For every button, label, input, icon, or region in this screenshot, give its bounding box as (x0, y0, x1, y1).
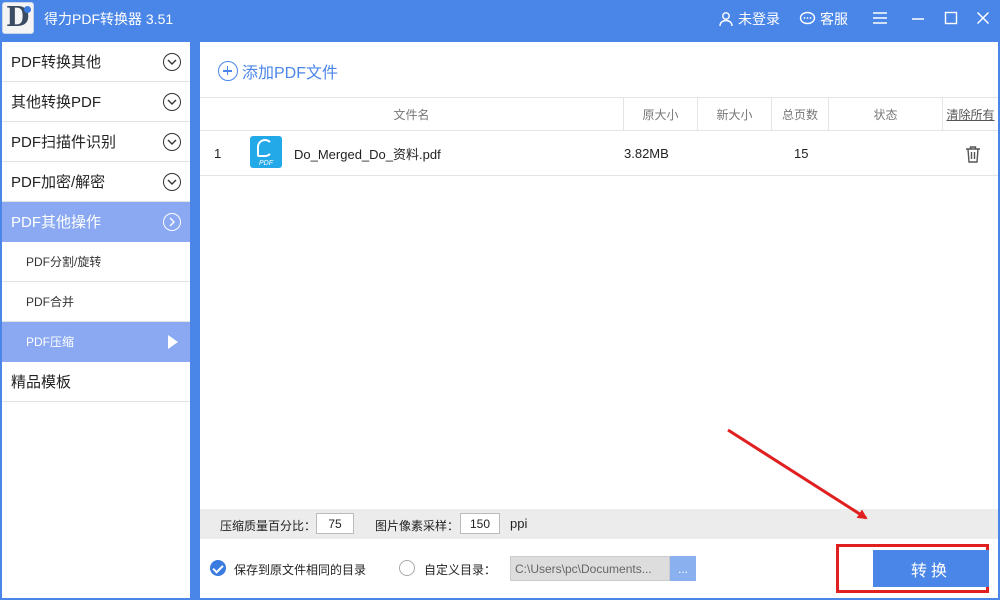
custom-dir-radio[interactable] (399, 560, 415, 576)
column-total-pages: 总页数 (772, 98, 829, 130)
column-status: 状态 (829, 98, 943, 130)
sidebar-item-templates[interactable]: 精品模板 (2, 362, 190, 402)
sidebar-item-label: PDF转换其他 (11, 54, 102, 71)
column-filename: 文件名 (200, 98, 624, 130)
compression-settings: 压缩质量百分比： 75 图片像素采样： 150 ppi (200, 509, 998, 539)
main-panel: 添加PDF文件 文件名 原大小 新大小 总页数 状态 清除所有 1 PDF Do… (200, 42, 998, 598)
login-label: 未登录 (738, 11, 780, 27)
sidebar-item-label: PDF扫描件识别 (11, 134, 117, 151)
sidebar-item-pdf-to-other[interactable]: PDF转换其他 (2, 42, 190, 82)
sampling-input[interactable]: 150 (460, 513, 500, 534)
chevron-down-icon (163, 93, 181, 111)
table-row[interactable]: 1 PDF Do_Merged_Do_资料.pdf 3.82MB 15 (200, 131, 998, 176)
browse-button[interactable]: ... (670, 556, 696, 581)
sidebar-subitem-split-rotate[interactable]: PDF分割/旋转 (2, 242, 190, 282)
app-logo: D (2, 2, 34, 34)
triangle-right-icon (168, 335, 178, 349)
pdf-file-icon: PDF (250, 136, 282, 168)
sidebar-item-label: PDF其他操作 (11, 214, 102, 231)
sidebar-subitem-merge[interactable]: PDF合并 (2, 282, 190, 322)
column-original-size: 原大小 (624, 98, 698, 130)
sidebar-subitem-label: PDF压缩 (26, 335, 75, 349)
sidebar-subitem-label: PDF合并 (26, 295, 75, 309)
file-original-size: 3.82MB (624, 145, 669, 161)
menu-icon[interactable] (870, 8, 890, 28)
user-icon (719, 12, 733, 27)
add-pdf-label: 添加PDF文件 (242, 65, 339, 82)
file-total-pages: 15 (794, 145, 809, 161)
minimize-icon[interactable] (908, 8, 928, 28)
chevron-right-icon (163, 213, 181, 231)
sampling-label: 图片像素采样： (375, 519, 460, 533)
sidebar-item-label: 精品模板 (11, 374, 72, 391)
plus-circle-icon (218, 61, 238, 81)
sidebar-item-scan-ocr[interactable]: PDF扫描件识别 (2, 122, 190, 162)
sidebar-subitem-compress[interactable]: PDF压缩 (2, 322, 190, 362)
app-title: 得力PDF转换器 3.51 (44, 11, 174, 27)
sidebar-item-other-operations[interactable]: PDF其他操作 (2, 202, 190, 242)
chevron-down-icon (163, 53, 181, 71)
customer-service-button[interactable]: 客服 (799, 9, 848, 29)
service-label: 客服 (820, 11, 848, 27)
trash-icon[interactable] (965, 145, 981, 163)
file-table-header: 文件名 原大小 新大小 总页数 状态 清除所有 (200, 97, 998, 131)
sidebar-item-encrypt-decrypt[interactable]: PDF加密/解密 (2, 162, 190, 202)
close-icon[interactable] (973, 8, 993, 28)
login-button[interactable]: 未登录 (718, 9, 780, 29)
output-path-field[interactable]: C:\Users\pc\Documents... (510, 556, 670, 581)
clear-all-link[interactable]: 清除所有 (943, 98, 998, 130)
sidebar: PDF转换其他 其他转换PDF PDF扫描件识别 PDF加密/解密 PDF其他操… (2, 42, 190, 598)
chevron-down-icon (163, 173, 181, 191)
sidebar-subitem-label: PDF分割/旋转 (26, 255, 102, 269)
same-dir-radio[interactable] (210, 560, 226, 576)
custom-dir-label: 自定义目录： (424, 563, 497, 577)
sampling-unit: ppi (510, 516, 528, 531)
convert-highlight-box: 转换 (836, 544, 989, 593)
add-pdf-button[interactable]: 添加PDF文件 (218, 59, 338, 83)
same-dir-label: 保存到原文件相同的目录 (234, 563, 367, 577)
sidebar-item-label: PDF加密/解密 (11, 174, 106, 191)
sidebar-item-other-to-pdf[interactable]: 其他转换PDF (2, 82, 190, 122)
title-bar: D 得力PDF转换器 3.51 未登录 客服 (0, 0, 1000, 36)
file-name: Do_Merged_Do_资料.pdf (294, 146, 441, 162)
chevron-down-icon (163, 133, 181, 151)
convert-button[interactable]: 转换 (873, 550, 989, 587)
row-index: 1 (214, 145, 222, 161)
quality-input[interactable]: 75 (316, 513, 354, 534)
chat-icon (799, 11, 816, 25)
maximize-icon[interactable] (941, 8, 961, 28)
column-new-size: 新大小 (698, 98, 772, 130)
sidebar-item-label: 其他转换PDF (11, 94, 102, 111)
quality-label: 压缩质量百分比： (220, 519, 317, 533)
